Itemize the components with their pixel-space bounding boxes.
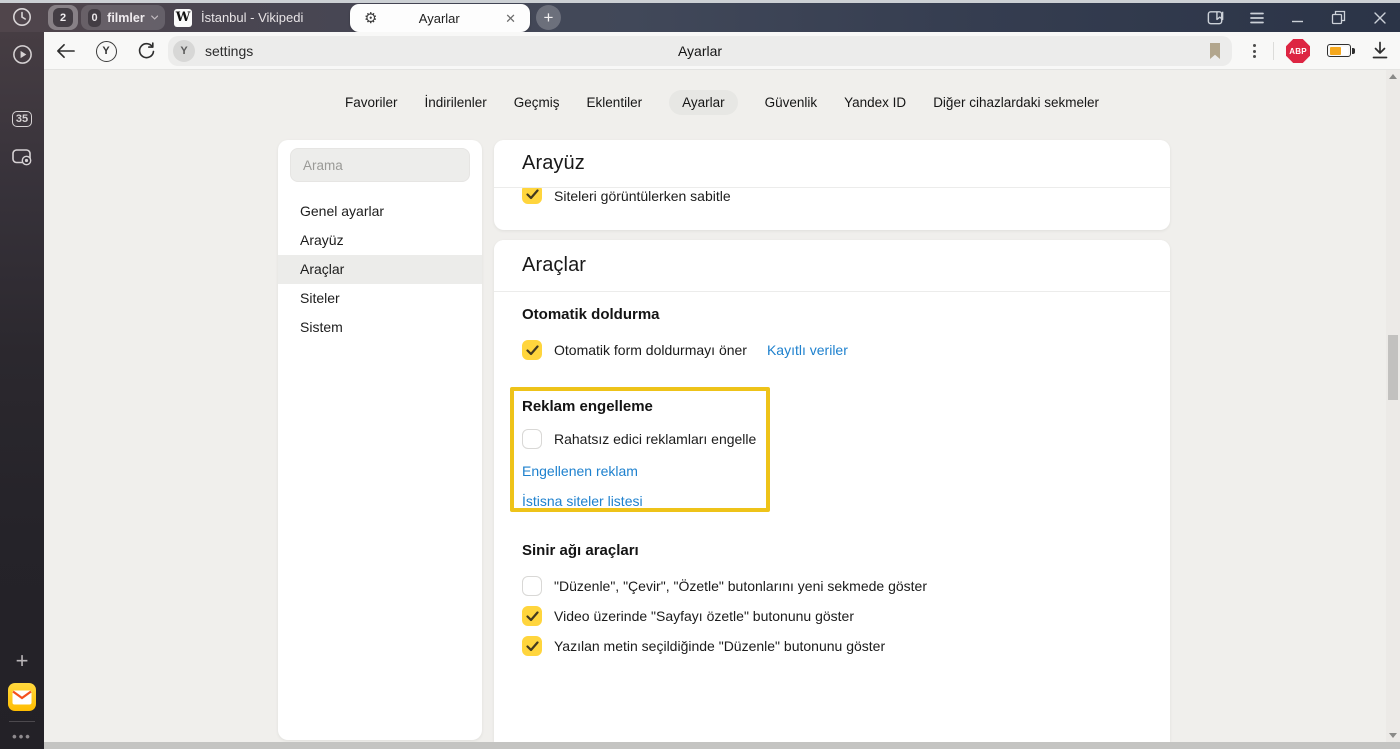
extensions-menu-icon[interactable] (1246, 41, 1262, 61)
history-clock-icon[interactable] (11, 6, 33, 28)
scroll-down-arrow[interactable] (1389, 733, 1397, 738)
section-title: Araçlar (522, 254, 586, 277)
chevron-down-icon (151, 14, 158, 21)
adblock-highlight-box: Reklam engelleme Rahatsız edici reklamla… (510, 387, 770, 512)
checkbox-checked[interactable] (522, 606, 542, 626)
adblock-plus-icon[interactable]: ABP (1286, 39, 1310, 63)
neural-row-edit-selected: Yazılan metin seçildiğinde "Düzenle" but… (522, 635, 1142, 657)
group-count-badge: 0 (88, 9, 101, 27)
checkbox-unchecked[interactable] (522, 576, 542, 596)
checkbox-label: Video üzerinde "Sayfayı özetle" butonunu… (554, 608, 854, 624)
saved-data-link[interactable]: Kayıtlı veriler (767, 342, 848, 358)
checkbox-label: Rahatsız edici reklamları engelle (554, 431, 756, 447)
neural-row-video-summarize: Video üzerinde "Sayfayı özetle" butonunu… (522, 605, 1142, 627)
interface-section-card: Arayüz Siteleri görüntülerken sabitle (494, 140, 1170, 230)
settings-nav-genel[interactable]: Genel ayarlar (278, 197, 482, 226)
settings-nav-araclar[interactable]: Araçlar (278, 255, 482, 284)
adblock-row: Rahatsız edici reklamları engelle (522, 428, 758, 450)
left-sidebar: 35 + ••• (0, 32, 44, 749)
section-title: Arayüz (522, 152, 585, 175)
tab-wikipedia[interactable]: W İstanbul - Vikipedi (168, 3, 344, 32)
autofill-heading: Otomatik doldurma (522, 306, 1142, 323)
window-controls (1195, 3, 1400, 32)
settings-nav-list: Genel ayarlar Arayüz Araçlar Siteler Sis… (278, 197, 482, 342)
nav-gecmis[interactable]: Geçmiş (514, 90, 560, 115)
nav-indirilenler[interactable]: İndirilenler (425, 90, 487, 115)
page-scrollbar[interactable] (1386, 70, 1400, 742)
close-button[interactable] (1359, 3, 1400, 32)
add-panel-icon[interactable]: + (0, 650, 44, 672)
settings-nav-card: Genel ayarlar Arayüz Araçlar Siteler Sis… (278, 140, 482, 740)
settings-search-input[interactable] (290, 148, 470, 182)
side-panel-icon[interactable] (1195, 3, 1236, 32)
tab-title: Ayarlar (377, 11, 501, 26)
nav-diger-cihazlar[interactable]: Diğer cihazlardaki sekmeler (933, 90, 1099, 115)
back-button[interactable] (53, 40, 77, 62)
scroll-up-arrow[interactable] (1389, 74, 1397, 79)
menu-icon[interactable] (1236, 3, 1277, 32)
exception-sites-link[interactable]: İstisna siteler listesi (522, 493, 758, 509)
tab-group-count-chip[interactable]: 2 (48, 5, 78, 30)
checkbox-unchecked[interactable] (522, 429, 542, 449)
checkbox-label: Yazılan metin seçildiğinde "Düzenle" but… (554, 638, 885, 654)
autofill-row: Otomatik form doldurmayı öner Kayıtlı ve… (522, 339, 1142, 361)
nav-ayarlar[interactable]: Ayarlar (669, 90, 738, 115)
browser-window: 2 0 filmler W İstanbul - Vikipedi ⚙ Ayar… (0, 0, 1400, 749)
blocked-ads-link[interactable]: Engellenen reklam (522, 463, 758, 479)
tools-section-header: Araçlar (494, 240, 1170, 292)
address-bar: Y Y settings Ayarlar ABP (44, 32, 1400, 70)
tab-settings-active[interactable]: ⚙ Ayarlar ✕ (350, 4, 530, 32)
neural-heading: Sinir ağı araçları (522, 542, 1142, 559)
checkbox-checked[interactable] (522, 636, 542, 656)
tab-bar: 2 0 filmler W İstanbul - Vikipedi ⚙ Ayar… (0, 3, 1400, 32)
refresh-button[interactable] (134, 40, 158, 62)
rail-divider (0, 721, 44, 722)
screenshot-icon[interactable] (0, 146, 44, 168)
minimize-button[interactable] (1277, 3, 1318, 32)
window-bottom-edge (44, 742, 1400, 749)
omnibox[interactable]: Y settings Ayarlar (168, 36, 1232, 66)
settings-nav-arayuz[interactable]: Arayüz (278, 226, 482, 255)
browser-pages-nav: Favoriler İndirilenler Geçmiş Eklentiler… (44, 90, 1400, 115)
restore-button[interactable] (1318, 3, 1359, 32)
tab-group-chip[interactable]: 0 filmler (81, 5, 165, 30)
tab-title: İstanbul - Vikipedi (201, 10, 303, 25)
scrollbar-thumb[interactable] (1388, 335, 1398, 400)
interface-section-header: Arayüz (494, 140, 1170, 188)
yandex-home-button[interactable]: Y (94, 40, 118, 62)
checkbox-label: Otomatik form doldurmayı öner (554, 342, 747, 358)
tools-section-card: Araçlar Otomatik doldurma Otomatik form … (494, 240, 1170, 742)
checkbox-label: "Düzenle", "Çevir", "Özetle" butonlarını… (554, 578, 927, 594)
downloads-icon[interactable] (1370, 40, 1390, 61)
checkbox-label: Siteleri görüntülerken sabitle (554, 186, 731, 206)
wikipedia-favicon: W (174, 9, 192, 27)
toolbar-divider (1273, 42, 1274, 60)
checkbox-checked[interactable] (522, 340, 542, 360)
bookmark-icon[interactable] (1207, 41, 1223, 61)
yandex-logo: Y (96, 41, 117, 62)
new-tab-button[interactable]: + (536, 5, 561, 30)
battery-saver-icon[interactable] (1327, 44, 1355, 57)
tabs-counter-icon[interactable]: 35 (0, 111, 44, 127)
settings-nav-siteler[interactable]: Siteler (278, 284, 482, 313)
tab-close-icon[interactable]: ✕ (501, 10, 520, 27)
yandex-mail-icon[interactable] (0, 683, 44, 711)
settings-nav-sistem[interactable]: Sistem (278, 313, 482, 342)
nav-yandex-id[interactable]: Yandex ID (844, 90, 906, 115)
neural-row-buttons-newtab: "Düzenle", "Çevir", "Özetle" butonlarını… (522, 575, 1142, 597)
settings-page: Favoriler İndirilenler Geçmiş Eklentiler… (44, 70, 1400, 742)
adblock-heading: Reklam engelleme (522, 398, 758, 415)
page-title: Ayarlar (168, 43, 1232, 59)
tab-count-badge: 2 (53, 8, 73, 27)
nav-favoriler[interactable]: Favoriler (345, 90, 398, 115)
video-player-icon[interactable] (0, 43, 44, 66)
group-name-label: filmler (107, 11, 145, 25)
gear-icon: ⚙ (364, 11, 377, 26)
nav-eklentiler[interactable]: Eklentiler (587, 90, 643, 115)
more-options-icon[interactable]: ••• (0, 729, 44, 744)
nav-guvenlik[interactable]: Güvenlik (765, 90, 818, 115)
